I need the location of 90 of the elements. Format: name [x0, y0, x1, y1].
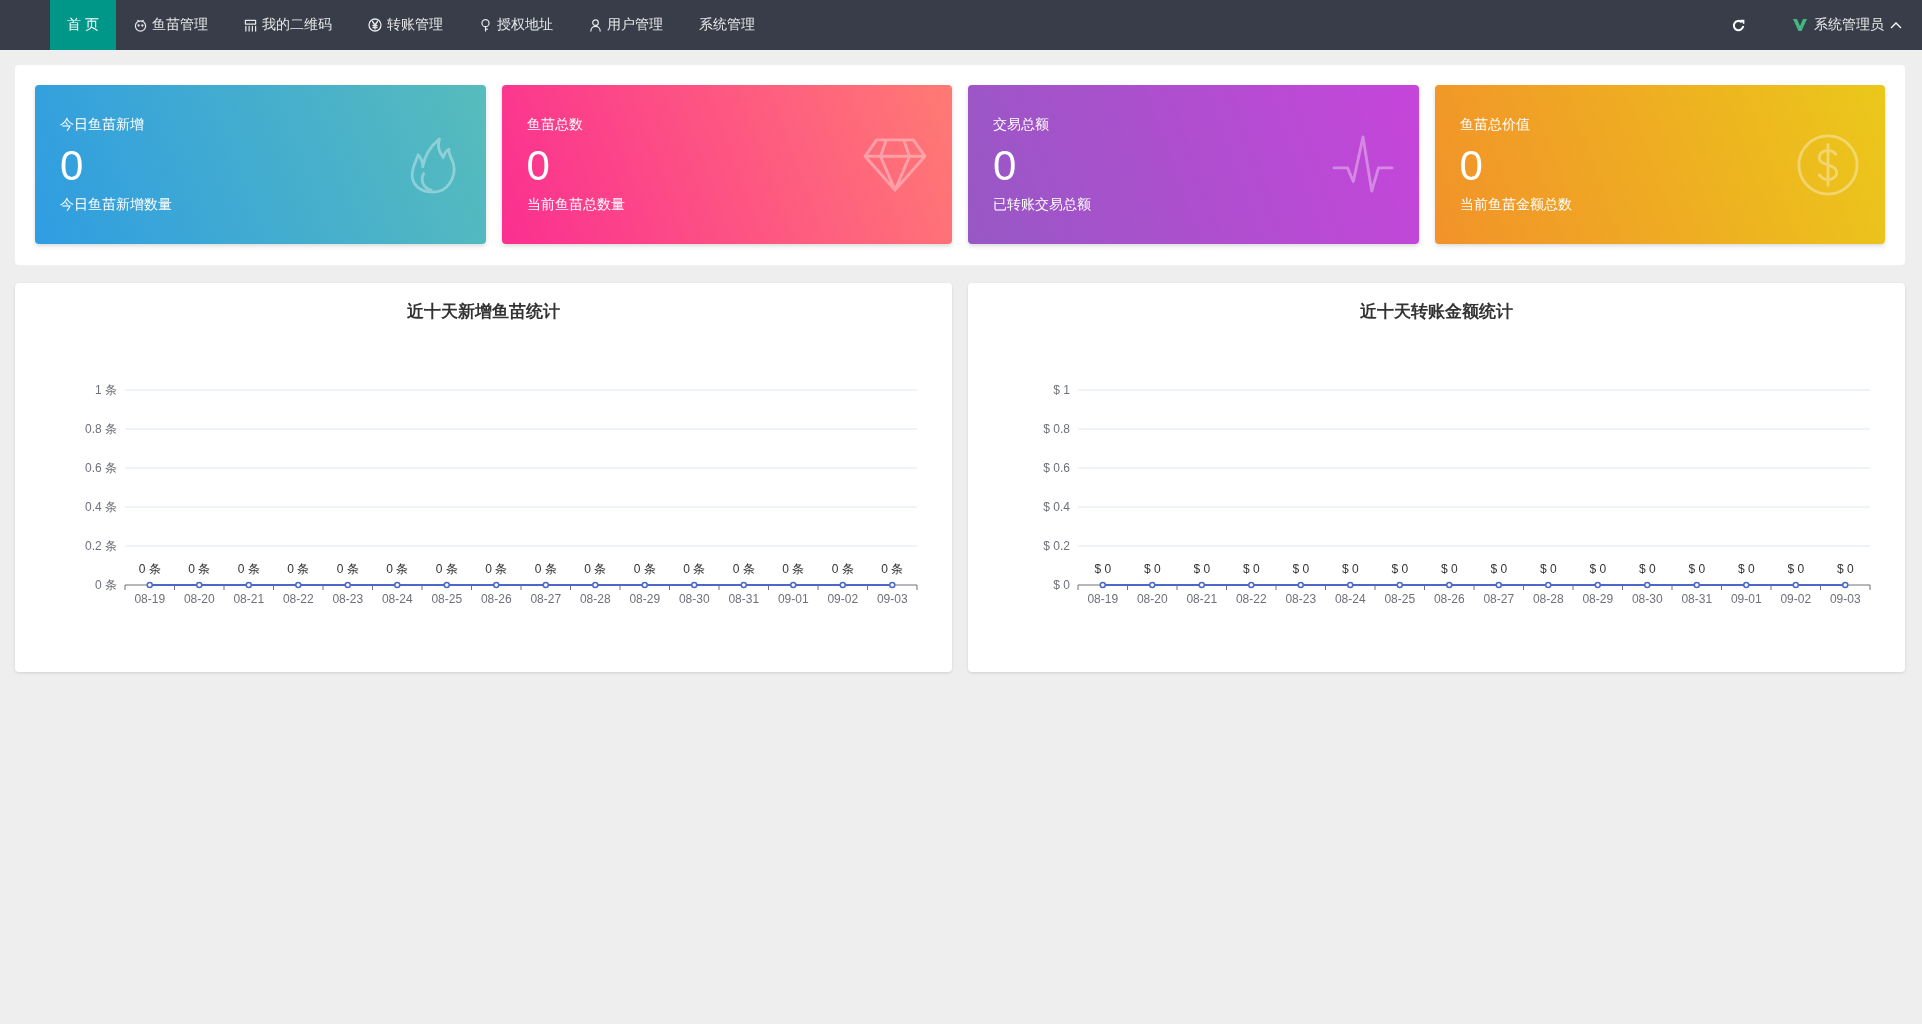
axis-label: $ 0.4	[1043, 500, 1070, 514]
axis-label: 08-26	[480, 592, 512, 606]
axis-label: 09-01	[1730, 592, 1762, 606]
axis-label: 1 条	[95, 383, 117, 397]
value-label: $ 0	[1341, 562, 1359, 576]
axis-label: 09-03	[1829, 592, 1861, 606]
axis-label: 08-23	[1285, 592, 1317, 606]
axis-label: 0.6 条	[85, 461, 117, 475]
value-label: $ 0	[1193, 562, 1211, 576]
axis-label: 08-31	[1681, 592, 1713, 606]
axis-label: 08-29	[629, 592, 661, 606]
value-label: 0 条	[782, 562, 805, 576]
axis-label: 09-01	[777, 592, 809, 606]
axis-label: $ 0.8	[1043, 422, 1070, 436]
axis-label: 09-02	[827, 592, 859, 606]
value-label: $ 0	[1688, 562, 1706, 576]
axis-label: 08-24	[1334, 592, 1366, 606]
value-label: 0 条	[386, 562, 409, 576]
axis-label: 08-21	[233, 592, 265, 606]
axis-label: 08-20	[1136, 592, 1168, 606]
stat-caption: 当前鱼苗总数量	[526, 195, 626, 214]
axis-label: 08-29	[1582, 592, 1614, 606]
axis-label: 08-30	[678, 592, 710, 606]
axis-label: $ 0	[1053, 578, 1070, 592]
axis-label: 08-21	[1186, 592, 1218, 606]
value-label: $ 0	[1737, 562, 1755, 576]
stat-value: 0	[60, 140, 85, 191]
axis-label: 09-02	[1780, 592, 1812, 606]
axis-label: $ 0.2	[1043, 539, 1070, 553]
axis-label: 09-03	[876, 592, 908, 606]
stat-caption: 今日鱼苗新增数量	[60, 195, 173, 214]
value-label: $ 0	[1836, 562, 1854, 576]
axis-label: 08-19	[1087, 592, 1119, 606]
axis-label: 08-22	[1235, 592, 1267, 606]
stat-caption: 当前鱼苗金额总数	[1459, 195, 1573, 214]
axis-label: $ 1	[1053, 383, 1070, 397]
value-label: 0 条	[188, 562, 211, 576]
value-label: $ 0	[1589, 562, 1607, 576]
axis-label: 08-27	[1483, 592, 1515, 606]
value-label: 0 条	[633, 562, 656, 576]
value-label: 0 条	[732, 562, 755, 576]
stat-value: 0	[526, 140, 551, 191]
value-label: 0 条	[485, 562, 508, 576]
axis-label: 08-27	[530, 592, 562, 606]
chart-title: 近十天转账金额统计	[1360, 301, 1513, 323]
value-label: 0 条	[881, 562, 904, 576]
axis-label: 08-22	[282, 592, 314, 606]
axis-label: 0.4 条	[85, 500, 117, 514]
axis-label: 08-31	[728, 592, 760, 606]
value-label: $ 0	[1242, 562, 1260, 576]
value-label: 0 条	[237, 562, 260, 576]
value-label: $ 0	[1638, 562, 1656, 576]
value-label: 0 条	[287, 562, 310, 576]
value-label: 0 条	[534, 562, 557, 576]
value-label: 0 条	[138, 562, 161, 576]
axis-label: 08-19	[134, 592, 166, 606]
axis-label: 0.8 条	[85, 422, 117, 436]
value-label: 0 条	[831, 562, 854, 576]
axis-label: 08-20	[183, 592, 215, 606]
chart-title: 近十天新增鱼苗统计	[407, 301, 560, 323]
axis-label: 08-30	[1631, 592, 1663, 606]
axis-label: 08-25	[431, 592, 463, 606]
axis-label: 08-24	[381, 592, 413, 606]
stat-title: 今日鱼苗新增	[60, 115, 145, 134]
stat-value: 0	[993, 140, 1018, 191]
stat-title: 交易总额	[993, 115, 1050, 134]
stat-value: 0	[1459, 140, 1484, 191]
stat-title: 鱼苗总数	[526, 115, 584, 134]
axis-label: 08-25	[1384, 592, 1416, 606]
axis-label: 08-28	[1532, 592, 1564, 606]
stat-caption: 已转账交易总额	[993, 195, 1092, 214]
axis-label: $ 0.6	[1043, 461, 1070, 475]
value-label: $ 0	[1391, 562, 1409, 576]
value-label: $ 0	[1787, 562, 1805, 576]
axis-label: 08-28	[579, 592, 611, 606]
value-label: $ 0	[1143, 562, 1161, 576]
value-label: $ 0	[1539, 562, 1557, 576]
value-label: 0 条	[683, 562, 706, 576]
value-label: 0 条	[584, 562, 607, 576]
axis-label: 0.2 条	[85, 539, 117, 553]
value-label: $ 0	[1094, 562, 1112, 576]
axis-label: 08-26	[1433, 592, 1465, 606]
stat-title: 鱼苗总价值	[1459, 115, 1531, 134]
value-label: $ 0	[1440, 562, 1458, 576]
axis-label: 08-23	[332, 592, 364, 606]
value-label: 0 条	[336, 562, 359, 576]
value-label: $ 0	[1292, 562, 1310, 576]
axis-label: 0 条	[95, 578, 117, 592]
value-label: 0 条	[435, 562, 458, 576]
value-label: $ 0	[1490, 562, 1508, 576]
